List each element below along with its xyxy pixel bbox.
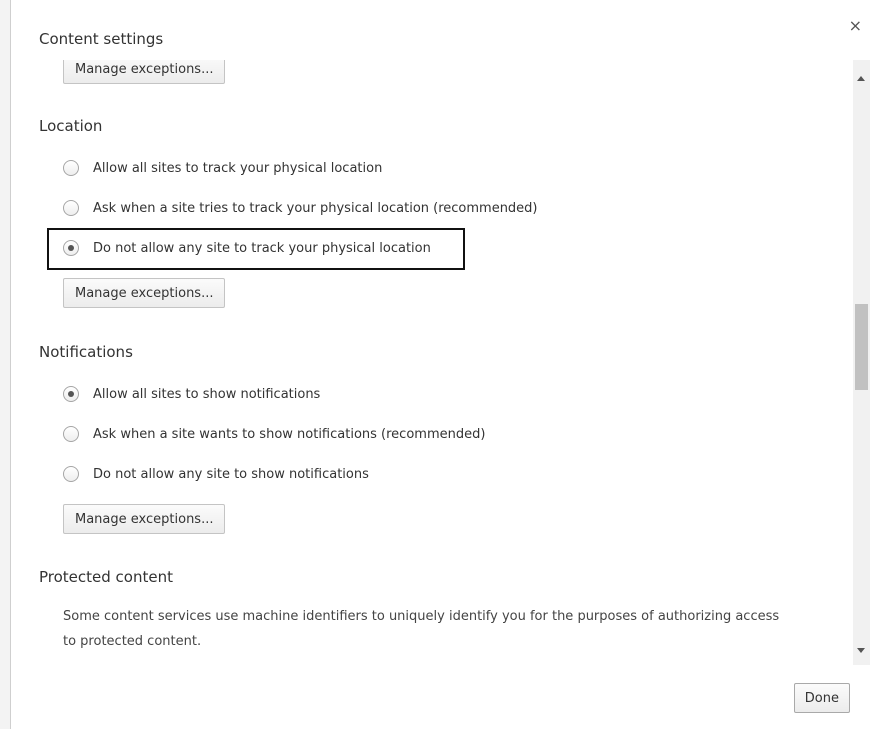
radio-block-notifications[interactable]: [63, 466, 79, 482]
done-button[interactable]: Done: [793, 683, 850, 713]
scrollbar-thumb[interactable]: [855, 304, 868, 390]
option-label: Do not allow any site to track your phys…: [93, 240, 431, 256]
notifications-manage-exceptions-button[interactable]: Manage exceptions...: [63, 504, 226, 534]
protected-content-heading: Protected content: [39, 568, 173, 586]
radio-ask-location[interactable]: [63, 200, 79, 216]
radio-ask-notifications[interactable]: [63, 426, 79, 442]
notifications-option-ask[interactable]: Ask when a site wants to show notificati…: [63, 422, 485, 446]
location-option-block[interactable]: Do not allow any site to track your phys…: [63, 236, 431, 260]
vertical-scrollbar[interactable]: [853, 60, 870, 665]
scroll-up-arrow-icon[interactable]: [857, 76, 865, 81]
close-icon[interactable]: ×: [849, 18, 862, 34]
option-label: Allow all sites to show notifications: [93, 386, 321, 402]
protected-content-description-line-2: to protected content.: [63, 634, 202, 649]
previous-manage-exceptions-button[interactable]: Manage exceptions...: [63, 60, 226, 84]
option-label: Allow all sites to track your physical l…: [93, 160, 383, 176]
notifications-option-allow-all[interactable]: Allow all sites to show notifications: [63, 382, 320, 406]
content-settings-dialog: Content settings × Manage exceptions... …: [11, 0, 870, 729]
protected-content-description-line-1: Some content services use machine identi…: [63, 609, 780, 624]
location-heading: Location: [39, 117, 103, 135]
scroll-down-arrow-icon[interactable]: [857, 648, 865, 653]
notifications-option-block[interactable]: Do not allow any site to show notificati…: [63, 462, 369, 486]
radio-block-location[interactable]: [63, 240, 79, 256]
notifications-heading: Notifications: [39, 343, 133, 361]
radio-allow-all-notifications[interactable]: [63, 386, 79, 402]
radio-allow-all-location[interactable]: [63, 160, 79, 176]
location-option-ask[interactable]: Ask when a site tries to track your phys…: [63, 196, 538, 220]
option-label: Ask when a site wants to show notificati…: [93, 426, 486, 442]
background-page-edge: [0, 0, 11, 729]
option-label: Ask when a site tries to track your phys…: [93, 200, 538, 216]
location-option-allow-all[interactable]: Allow all sites to track your physical l…: [63, 156, 382, 180]
location-manage-exceptions-button[interactable]: Manage exceptions...: [63, 278, 226, 308]
dialog-title: Content settings: [39, 30, 164, 48]
settings-scroll-area: Manage exceptions... Location Allow all …: [11, 60, 853, 665]
option-label: Do not allow any site to show notificati…: [93, 466, 369, 482]
